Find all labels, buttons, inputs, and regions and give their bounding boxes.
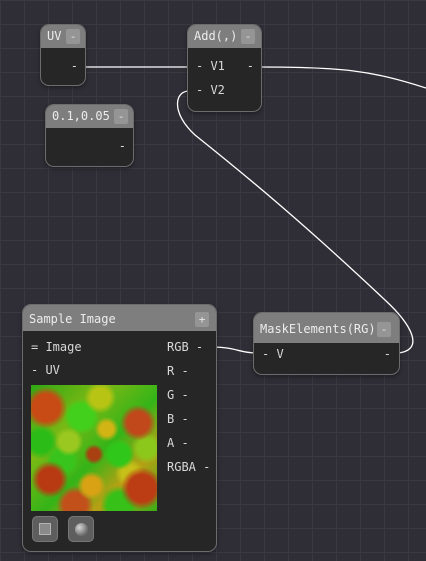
- uv-node[interactable]: UV - -: [40, 24, 86, 86]
- square-preview-button[interactable]: [32, 516, 58, 542]
- mask-elements-node-title: MaskElements(RG): [260, 322, 376, 336]
- sample-image-preview: [31, 385, 157, 511]
- sphere-preview-icon: [75, 523, 88, 536]
- add-node-collapse-button[interactable]: -: [241, 29, 255, 44]
- sample-image-output-g[interactable]: G -: [167, 388, 189, 402]
- sample-image-input-uv[interactable]: - UV: [31, 363, 60, 377]
- mask-elements-output-port[interactable]: -: [384, 347, 391, 361]
- sample-image-node-title: Sample Image: [29, 312, 116, 326]
- sample-image-output-rgba[interactable]: RGBA -: [167, 460, 210, 474]
- sample-image-input-image[interactable]: = Image: [31, 340, 82, 354]
- sample-image-output-a[interactable]: A -: [167, 436, 189, 450]
- sphere-preview-button[interactable]: [68, 516, 94, 542]
- sample-image-node-header[interactable]: Sample Image +: [23, 305, 216, 331]
- add-node-header[interactable]: Add(,) -: [188, 25, 261, 48]
- constant-node-header[interactable]: 0.1,0.05 -: [46, 105, 133, 128]
- mask-elements-node-header[interactable]: MaskElements(RG) -: [254, 313, 399, 343]
- add-node-input-v2[interactable]: - V2: [196, 83, 225, 97]
- add-node-title: Add(,): [194, 29, 238, 43]
- constant-node-title: 0.1,0.05: [52, 109, 110, 123]
- add-node-output-port[interactable]: -: [247, 59, 254, 73]
- wire-add-out: [258, 66, 426, 89]
- uv-node-output-port[interactable]: -: [71, 59, 78, 73]
- mask-elements-input-v[interactable]: - V: [262, 347, 284, 361]
- sample-image-node[interactable]: Sample Image + = Image - UV RGB - R - G …: [22, 304, 217, 552]
- uv-node-collapse-button[interactable]: -: [66, 29, 80, 44]
- sample-image-node-expand-button[interactable]: +: [195, 312, 209, 327]
- sample-image-output-rgb[interactable]: RGB -: [167, 340, 203, 354]
- mask-elements-node[interactable]: MaskElements(RG) - - V -: [253, 312, 400, 375]
- constant-node-output-port[interactable]: -: [119, 139, 126, 153]
- uv-node-header[interactable]: UV -: [41, 25, 85, 48]
- constant-node[interactable]: 0.1,0.05 - -: [45, 104, 134, 167]
- wire-rgb-to-mask-v: [209, 346, 258, 354]
- square-preview-icon: [39, 523, 51, 535]
- sample-image-output-r[interactable]: R -: [167, 364, 189, 378]
- constant-node-collapse-button[interactable]: -: [114, 109, 128, 124]
- add-node[interactable]: Add(,) - - V1 - V2 -: [187, 24, 262, 112]
- sample-image-output-b[interactable]: B -: [167, 412, 189, 426]
- add-node-input-v1[interactable]: - V1: [196, 59, 225, 73]
- mask-elements-node-collapse-button[interactable]: -: [377, 322, 391, 337]
- uv-node-title: UV: [47, 29, 62, 43]
